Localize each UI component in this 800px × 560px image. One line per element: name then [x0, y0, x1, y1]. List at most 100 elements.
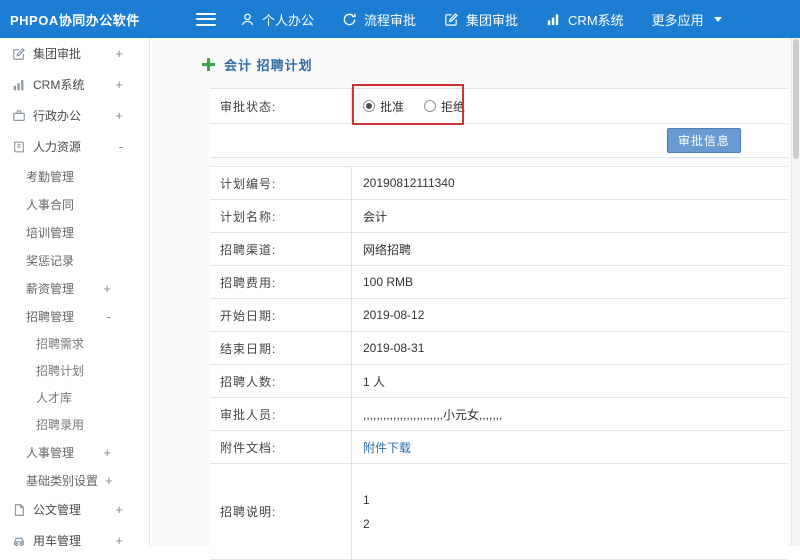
sidebar-item-recruitment-hire[interactable]: 招聘录用 — [0, 411, 149, 438]
sidebar-item-salary[interactable]: 薪资管理 + — [0, 274, 149, 302]
chart-icon — [12, 78, 26, 92]
sidebar-item-recruitment-mgmt[interactable]: 招聘管理 - — [0, 302, 149, 330]
radio-reject-label: 拒绝 — [441, 99, 466, 114]
add-plus-icon — [202, 58, 215, 71]
sidebar-item-recruitment-demand[interactable]: 招聘需求 — [0, 330, 149, 357]
expand-icon[interactable]: + — [105, 473, 113, 488]
approval-status-row: 审批状态: 批准 拒绝 — [210, 89, 787, 124]
expand-icon[interactable]: + — [115, 533, 123, 546]
radio-approve-label: 批准 — [380, 99, 405, 114]
chart-icon — [546, 12, 561, 27]
form-label: 计划编号: — [210, 167, 352, 199]
sidebar-label: 行政办公 — [33, 109, 82, 123]
nav-group-approval[interactable]: 集团审批 — [444, 10, 518, 29]
sidebar-item-document-mgmt[interactable]: 公文管理 + — [0, 494, 149, 525]
collapse-icon[interactable]: - — [119, 139, 123, 154]
approval-table: 审批状态: 批准 拒绝 审批信息 — [210, 88, 787, 158]
expand-icon[interactable]: + — [103, 445, 111, 460]
nav-label: 更多应用 — [651, 12, 704, 28]
nav-more-apps[interactable]: 更多应用 — [652, 10, 722, 29]
sidebar-item-hr-contract[interactable]: 人事合同 — [0, 190, 149, 218]
sidebar-label: 招聘录用 — [36, 418, 85, 432]
detail-table: 计划编号: 20190812111340 计划名称: 会计 招聘渠道: 网络招聘… — [210, 166, 787, 560]
main-content: 会计 招聘计划 审批状态: 批准 拒绝 审批信息 计划编号: 201908121… — [151, 38, 791, 560]
hamburger-menu-icon[interactable] — [196, 12, 216, 26]
form-label: 招聘渠道: — [210, 233, 352, 265]
form-value: ,,,,,,,,,,,,,,,,,,,,,,,,小元女,,,,,,, — [363, 407, 503, 422]
form-value: 1 人 — [363, 374, 386, 389]
form-value: 网络招聘 — [363, 242, 412, 257]
sidebar-label: 招聘管理 — [26, 309, 75, 324]
sidebar-item-hr[interactable]: 人力资源 - — [0, 131, 149, 162]
sidebar-item-training[interactable]: 培训管理 — [0, 218, 149, 246]
approval-radio-group: 批准 拒绝 — [363, 98, 465, 115]
sidebar-item-personnel-mgmt[interactable]: 人事管理 + — [0, 438, 149, 466]
radio-approve[interactable]: 批准 — [363, 98, 404, 115]
nav-label: 个人办公 — [262, 12, 315, 28]
sidebar-item-group-approval[interactable]: 集团审批 + — [0, 38, 149, 69]
page-title: 会计 招聘计划 — [202, 55, 313, 74]
top-bar: PHPOA协同办公软件 个人办公 流程审批 集团审批 CRM系统 更多应用 — [0, 0, 800, 38]
radio-reject[interactable]: 拒绝 — [424, 98, 465, 115]
nav-process-approval[interactable]: 流程审批 — [342, 10, 416, 29]
form-value: 2019-08-12 — [363, 308, 425, 322]
expand-icon[interactable]: + — [115, 108, 123, 123]
collapse-icon[interactable]: - — [107, 309, 111, 324]
sidebar-item-recruitment-plan[interactable]: 招聘计划 — [0, 357, 149, 384]
form-row-plan-number: 计划编号: 20190812111340 — [210, 167, 787, 200]
form-label: 审批人员: — [210, 398, 352, 430]
sidebar: 集团审批 + CRM系统 + 行政办公 + 人力资源 - 考勤管理 人事合同 培… — [0, 38, 150, 546]
form-row-headcount: 招聘人数: 1 人 — [210, 365, 787, 398]
form-row-attachment: 附件文档: 附件下载 — [210, 431, 787, 464]
sidebar-label: 招聘需求 — [36, 337, 85, 351]
radio-approve-icon[interactable] — [363, 100, 375, 112]
form-label: 审批状态: — [210, 89, 352, 123]
sidebar-label: CRM系统 — [33, 78, 85, 92]
sidebar-label: 招聘计划 — [36, 364, 85, 378]
radio-reject-icon[interactable] — [424, 100, 437, 112]
nav-label: CRM系统 — [568, 12, 624, 28]
sidebar-item-attendance[interactable]: 考勤管理 — [0, 162, 149, 190]
edit-icon — [444, 12, 459, 27]
edit-icon — [12, 47, 26, 61]
briefcase-icon — [12, 109, 26, 123]
nav-label: 集团审批 — [466, 12, 519, 28]
nav-crm[interactable]: CRM系统 — [546, 10, 624, 29]
sidebar-item-base-category[interactable]: 基础类别设置 + — [0, 466, 149, 494]
document-icon — [12, 503, 26, 517]
vertical-scrollbar[interactable] — [791, 38, 800, 546]
form-row-cost: 招聘费用: 100 RMB — [210, 266, 787, 299]
expand-icon[interactable]: + — [115, 46, 123, 61]
sidebar-item-vehicle-mgmt[interactable]: 用车管理 + — [0, 525, 149, 546]
form-value: 1 2 — [363, 493, 370, 531]
expand-icon[interactable]: + — [115, 502, 123, 517]
sidebar-item-admin-office[interactable]: 行政办公 + — [0, 100, 149, 131]
sidebar-label: 人事合同 — [26, 197, 75, 212]
scrollbar-thumb[interactable] — [793, 39, 799, 159]
app-logo[interactable]: PHPOA协同办公软件 — [0, 10, 196, 29]
sidebar-label: 基础类别设置 — [26, 473, 99, 488]
sidebar-item-rewards[interactable]: 奖惩记录 — [0, 246, 149, 274]
approval-info-button[interactable]: 审批信息 — [666, 128, 741, 153]
form-label: 招聘费用: — [210, 266, 352, 298]
form-label: 招聘说明: — [210, 464, 352, 559]
sidebar-label: 培训管理 — [26, 225, 75, 240]
car-icon — [12, 534, 26, 547]
form-row-plan-name: 计划名称: 会计 — [210, 200, 787, 233]
sidebar-item-talent-pool[interactable]: 人才库 — [0, 384, 149, 411]
sidebar-label: 用车管理 — [33, 534, 82, 546]
sidebar-label: 考勤管理 — [26, 169, 75, 184]
form-label: 招聘人数: — [210, 365, 352, 397]
table-gap — [210, 158, 787, 166]
caret-down-icon — [713, 16, 722, 22]
nav-label: 流程审批 — [364, 12, 417, 28]
sidebar-item-crm[interactable]: CRM系统 + — [0, 69, 149, 100]
form-row-channel: 招聘渠道: 网络招聘 — [210, 233, 787, 266]
expand-icon[interactable]: + — [103, 281, 111, 296]
expand-icon[interactable]: + — [115, 77, 123, 92]
nav-personal-office[interactable]: 个人办公 — [240, 10, 314, 29]
attachment-download-link[interactable]: 附件下载 — [363, 439, 411, 456]
top-nav: 个人办公 流程审批 集团审批 CRM系统 更多应用 — [240, 10, 722, 29]
form-value: 2019-08-31 — [363, 341, 425, 355]
sidebar-label: 人事管理 — [26, 445, 75, 460]
